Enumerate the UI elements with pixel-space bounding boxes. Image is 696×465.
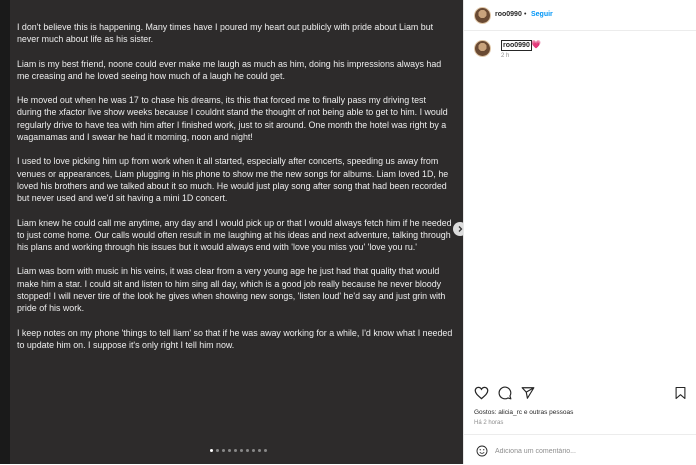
share-icon[interactable] <box>521 386 535 400</box>
carousel-dot <box>246 449 249 452</box>
carousel-dot <box>258 449 261 452</box>
caption-avatar[interactable] <box>474 40 491 57</box>
comment-input[interactable] <box>495 445 685 457</box>
posted-time: Há 2 horas <box>474 420 504 426</box>
left-edge-bar <box>0 0 10 464</box>
post-text-block: I don't believe this is happening. Many … <box>17 21 453 363</box>
next-slide-button[interactable] <box>453 222 463 236</box>
post-paragraph: I don't believe this is happening. Many … <box>17 22 434 45</box>
carousel-dot <box>210 449 213 452</box>
carousel-dot <box>264 449 267 452</box>
header-username[interactable]: roo0990 <box>495 11 522 18</box>
post-paragraph: I keep notes on my phone 'things to tell… <box>17 327 453 350</box>
header-separator: • <box>524 11 527 18</box>
carousel-dot <box>240 449 243 452</box>
post-paragraph: I used to love picking him up from work … <box>17 156 449 204</box>
emoji-icon[interactable] <box>476 445 488 457</box>
comment-icon[interactable] <box>498 386 512 400</box>
carousel-dots <box>210 449 267 452</box>
caption-username[interactable]: roo0990 <box>501 40 532 51</box>
carousel-dot <box>252 449 255 452</box>
caption-heart-emoji: 💗 <box>531 40 541 49</box>
caption-timestamp: 2 h <box>501 53 510 59</box>
chevron-right-icon <box>458 226 463 232</box>
likes-text[interactable]: Gostos: alicia_rc e outras pessoas <box>474 409 573 416</box>
post-paragraph: Liam was born with music in his veins, i… <box>17 266 446 314</box>
post-paragraph: Liam is my best friend, noone could ever… <box>17 58 442 81</box>
post-paragraph: Liam knew he could call me anytime, any … <box>17 217 452 253</box>
carousel-dot <box>216 449 219 452</box>
comment-bar <box>464 434 696 465</box>
carousel-dot <box>228 449 231 452</box>
carousel-dot <box>234 449 237 452</box>
post-image[interactable]: I don't believe this is happening. Many … <box>10 0 463 464</box>
post-actions <box>474 385 535 401</box>
follow-button[interactable]: Seguir <box>531 11 553 18</box>
post-side-panel: roo0990 • Seguir roo0990 💗 2 h Gostos: a… <box>463 0 696 464</box>
avatar[interactable] <box>474 7 491 24</box>
bookmark-icon[interactable] <box>675 386 686 400</box>
post-paragraph: He moved out when he was 17 to chase his… <box>17 95 448 143</box>
post-header: roo0990 • Seguir <box>464 0 696 31</box>
heart-icon[interactable] <box>474 386 489 400</box>
carousel-dot <box>222 449 225 452</box>
